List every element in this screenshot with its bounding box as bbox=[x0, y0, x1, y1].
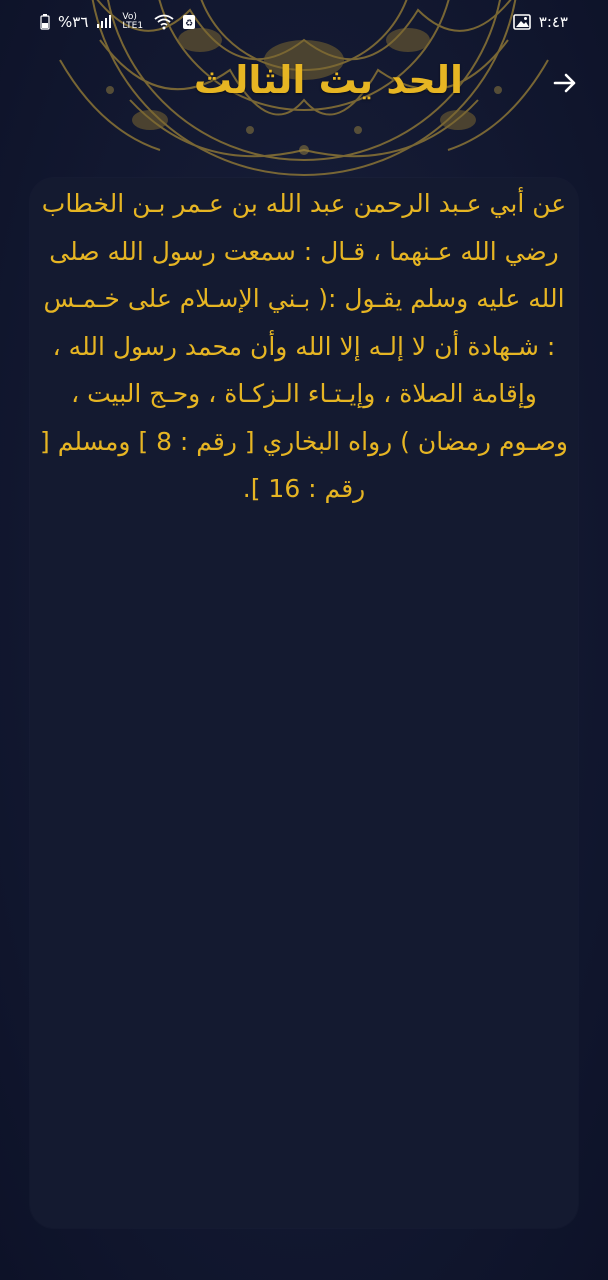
wifi-icon bbox=[154, 14, 174, 30]
back-button[interactable] bbox=[550, 68, 580, 98]
status-bar-right: ٣:٤٣ bbox=[512, 13, 568, 31]
recycle-icon: ♻ bbox=[182, 14, 196, 30]
battery-percent: %٣٦ bbox=[58, 13, 89, 31]
status-bar: %٣٦ Vo) LTE1 ♻ ٣:٤٣ bbox=[0, 0, 608, 44]
network-label: Vo) LTE1 bbox=[122, 12, 144, 31]
arrow-right-icon bbox=[553, 73, 576, 93]
header: الحد يث الثالث bbox=[0, 52, 608, 112]
signal-icon bbox=[96, 15, 114, 29]
hadith-text: عن أبي عـبد الرحمن عبد الله بن عـمر بـن … bbox=[40, 189, 568, 503]
svg-text:♻: ♻ bbox=[185, 19, 193, 29]
battery-icon bbox=[40, 14, 50, 30]
page-title: الحد يث الثالث bbox=[193, 58, 463, 102]
hadith-card: عن أبي عـبد الرحمن عبد الله بن عـمر بـن … bbox=[30, 178, 578, 1228]
clock: ٣:٤٣ bbox=[538, 13, 568, 31]
status-bar-left: %٣٦ Vo) LTE1 ♻ bbox=[40, 13, 196, 31]
gallery-icon bbox=[512, 14, 531, 30]
